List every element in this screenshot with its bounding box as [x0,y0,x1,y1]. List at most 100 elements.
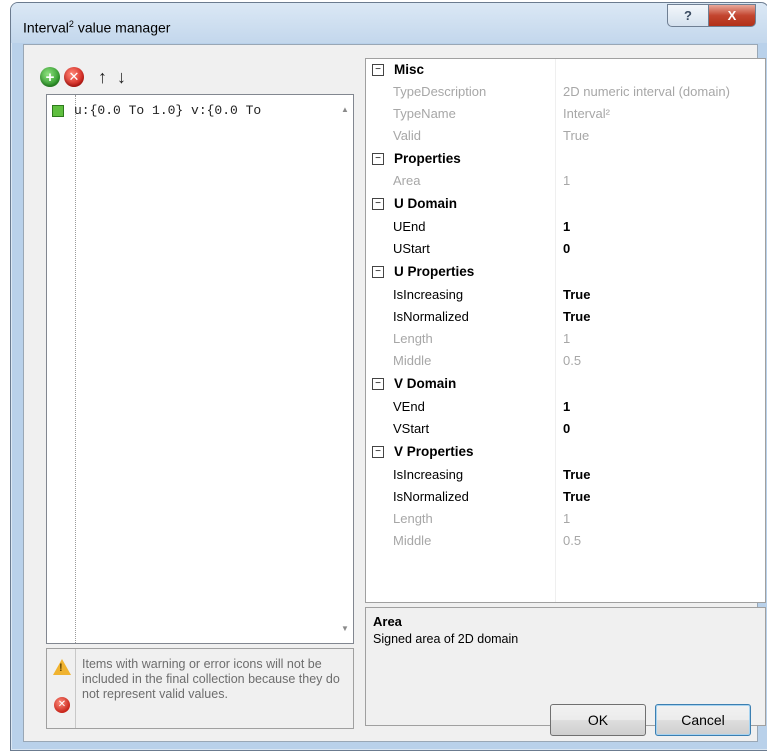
add-item-button[interactable]: + [40,67,60,87]
warning-icon-glyph: ! [59,662,63,674]
property-value: 1 [563,173,571,188]
category-misc[interactable]: − Misc [366,59,765,81]
property-name: TypeDescription [393,84,487,99]
remove-item-button[interactable]: ✕ [64,67,84,87]
property-row-typename[interactable]: TypeName Interval² [366,103,765,125]
property-row-vend[interactable]: VEnd 1 [366,396,765,418]
warning-icons-column: ! ✕ [47,649,76,728]
arrow-down-icon: ↓ [117,67,126,87]
collapse-icon[interactable]: − [372,446,384,458]
property-name: IsNormalized [393,309,469,324]
property-value[interactable]: 0 [563,421,570,436]
property-row-u-length[interactable]: Length 1 [366,328,765,350]
window-title-rest: value manager [73,19,171,36]
property-name: Middle [393,533,432,548]
list-toolbar: + ✕ ↑ ↓ [40,65,126,89]
category-u-properties[interactable]: − U Properties [366,261,765,283]
list-divider [75,95,76,643]
property-row-area[interactable]: Area 1 [366,170,765,192]
category-label: U Domain [394,196,458,211]
category-label: Misc [394,62,425,77]
help-icon: ? [684,8,692,23]
property-value: 0.5 [563,353,582,368]
property-name: Length [393,331,433,346]
property-row-uend[interactable]: UEnd 1 [366,216,765,238]
property-value: 2D numeric interval (domain) [563,84,730,99]
category-v-domain[interactable]: − V Domain [366,373,765,395]
collapse-icon[interactable]: − [372,378,384,390]
property-value[interactable]: 1 [563,219,570,234]
scroll-down-arrow[interactable]: ▼ [339,624,351,633]
property-name: Middle [393,353,432,368]
warning-text: Items with warning or error icons will n… [82,657,340,701]
valid-status-icon [52,104,64,117]
warning-icon: ! [53,659,71,675]
property-row-ustart[interactable]: UStart 0 [366,238,765,260]
category-properties[interactable]: − Properties [366,148,765,170]
list-item-text: u:{0.0 To 1.0} v:{0.0 To [74,103,262,118]
property-name: VStart [393,421,430,436]
collapse-icon[interactable]: − [372,266,384,278]
help-button[interactable]: ? [667,4,708,27]
property-name: UStart [393,241,430,256]
add-icon: + [45,68,55,86]
property-name: IsNormalized [393,489,469,504]
list-item[interactable]: u:{0.0 To 1.0} v:{0.0 To [52,103,261,118]
move-down-button[interactable]: ↓ [117,68,126,86]
property-value[interactable]: True [563,489,590,504]
property-name: Valid [393,128,421,143]
property-row-typedescription[interactable]: TypeDescription 2D numeric interval (dom… [366,81,765,103]
close-button[interactable]: X [708,4,756,27]
property-value: True [563,128,590,143]
title-bar-buttons: ? X [667,4,756,27]
property-name: Length [393,511,433,526]
cancel-button[interactable]: Cancel [655,704,751,736]
property-row-u-isnormalized[interactable]: IsNormalized True [366,306,765,328]
property-row-u-isincreasing[interactable]: IsIncreasing True [366,284,765,306]
property-grid[interactable]: − Misc TypeDescription 2D numeric interv… [365,58,766,603]
property-name: UEnd [393,219,426,234]
property-row-u-middle[interactable]: Middle 0.5 [366,350,765,372]
title-bar: Interval2 value manager ? X [11,3,767,43]
property-row-v-middle[interactable]: Middle 0.5 [366,530,765,552]
description-text: Signed area of 2D domain [373,632,519,646]
scroll-up-arrow[interactable]: ▲ [339,105,351,114]
property-value: 1 [563,331,571,346]
property-value: 1 [563,511,571,526]
collapse-icon[interactable]: − [372,64,384,76]
property-name: VEnd [393,399,425,414]
property-value: Interval² [563,106,610,121]
category-label: V Domain [394,376,457,391]
property-value[interactable]: True [563,467,590,482]
property-row-v-isnormalized[interactable]: IsNormalized True [366,486,765,508]
property-row-v-isincreasing[interactable]: IsIncreasing True [366,464,765,486]
property-row-vstart[interactable]: VStart 0 [366,418,765,440]
property-row-v-length[interactable]: Length 1 [366,508,765,530]
collapse-icon[interactable]: − [372,198,384,210]
property-value[interactable]: 0 [563,241,570,256]
category-u-domain[interactable]: − U Domain [366,193,765,215]
move-up-button[interactable]: ↑ [98,68,107,86]
property-value[interactable]: True [563,287,590,302]
property-value[interactable]: True [563,309,590,324]
property-name: TypeName [393,106,456,121]
category-label: V Properties [394,444,474,459]
category-label: Properties [394,151,461,166]
property-name: IsIncreasing [393,467,464,482]
arrow-up-icon: ↑ [98,67,107,87]
window-title: Interval2 value manager [23,19,170,36]
error-icon: ✕ [54,697,70,713]
property-name: Area [393,173,421,188]
property-value[interactable]: 1 [563,399,570,414]
description-title: Area [373,614,402,629]
window-title-main: Interval [23,19,69,36]
values-list[interactable]: u:{0.0 To 1.0} v:{0.0 To ▲ ▼ [46,94,354,644]
dialog-client-area: + ✕ ↑ ↓ u:{0.0 To 1.0} v:{0.0 To ▲ ▼ ! ✕… [23,44,766,742]
remove-icon: ✕ [68,69,80,84]
property-row-valid[interactable]: Valid True [366,125,765,147]
ok-button[interactable]: OK [550,704,646,736]
category-v-properties[interactable]: − V Properties [366,441,765,463]
category-label: U Properties [394,264,475,279]
property-name: IsIncreasing [393,287,464,302]
collapse-icon[interactable]: − [372,153,384,165]
